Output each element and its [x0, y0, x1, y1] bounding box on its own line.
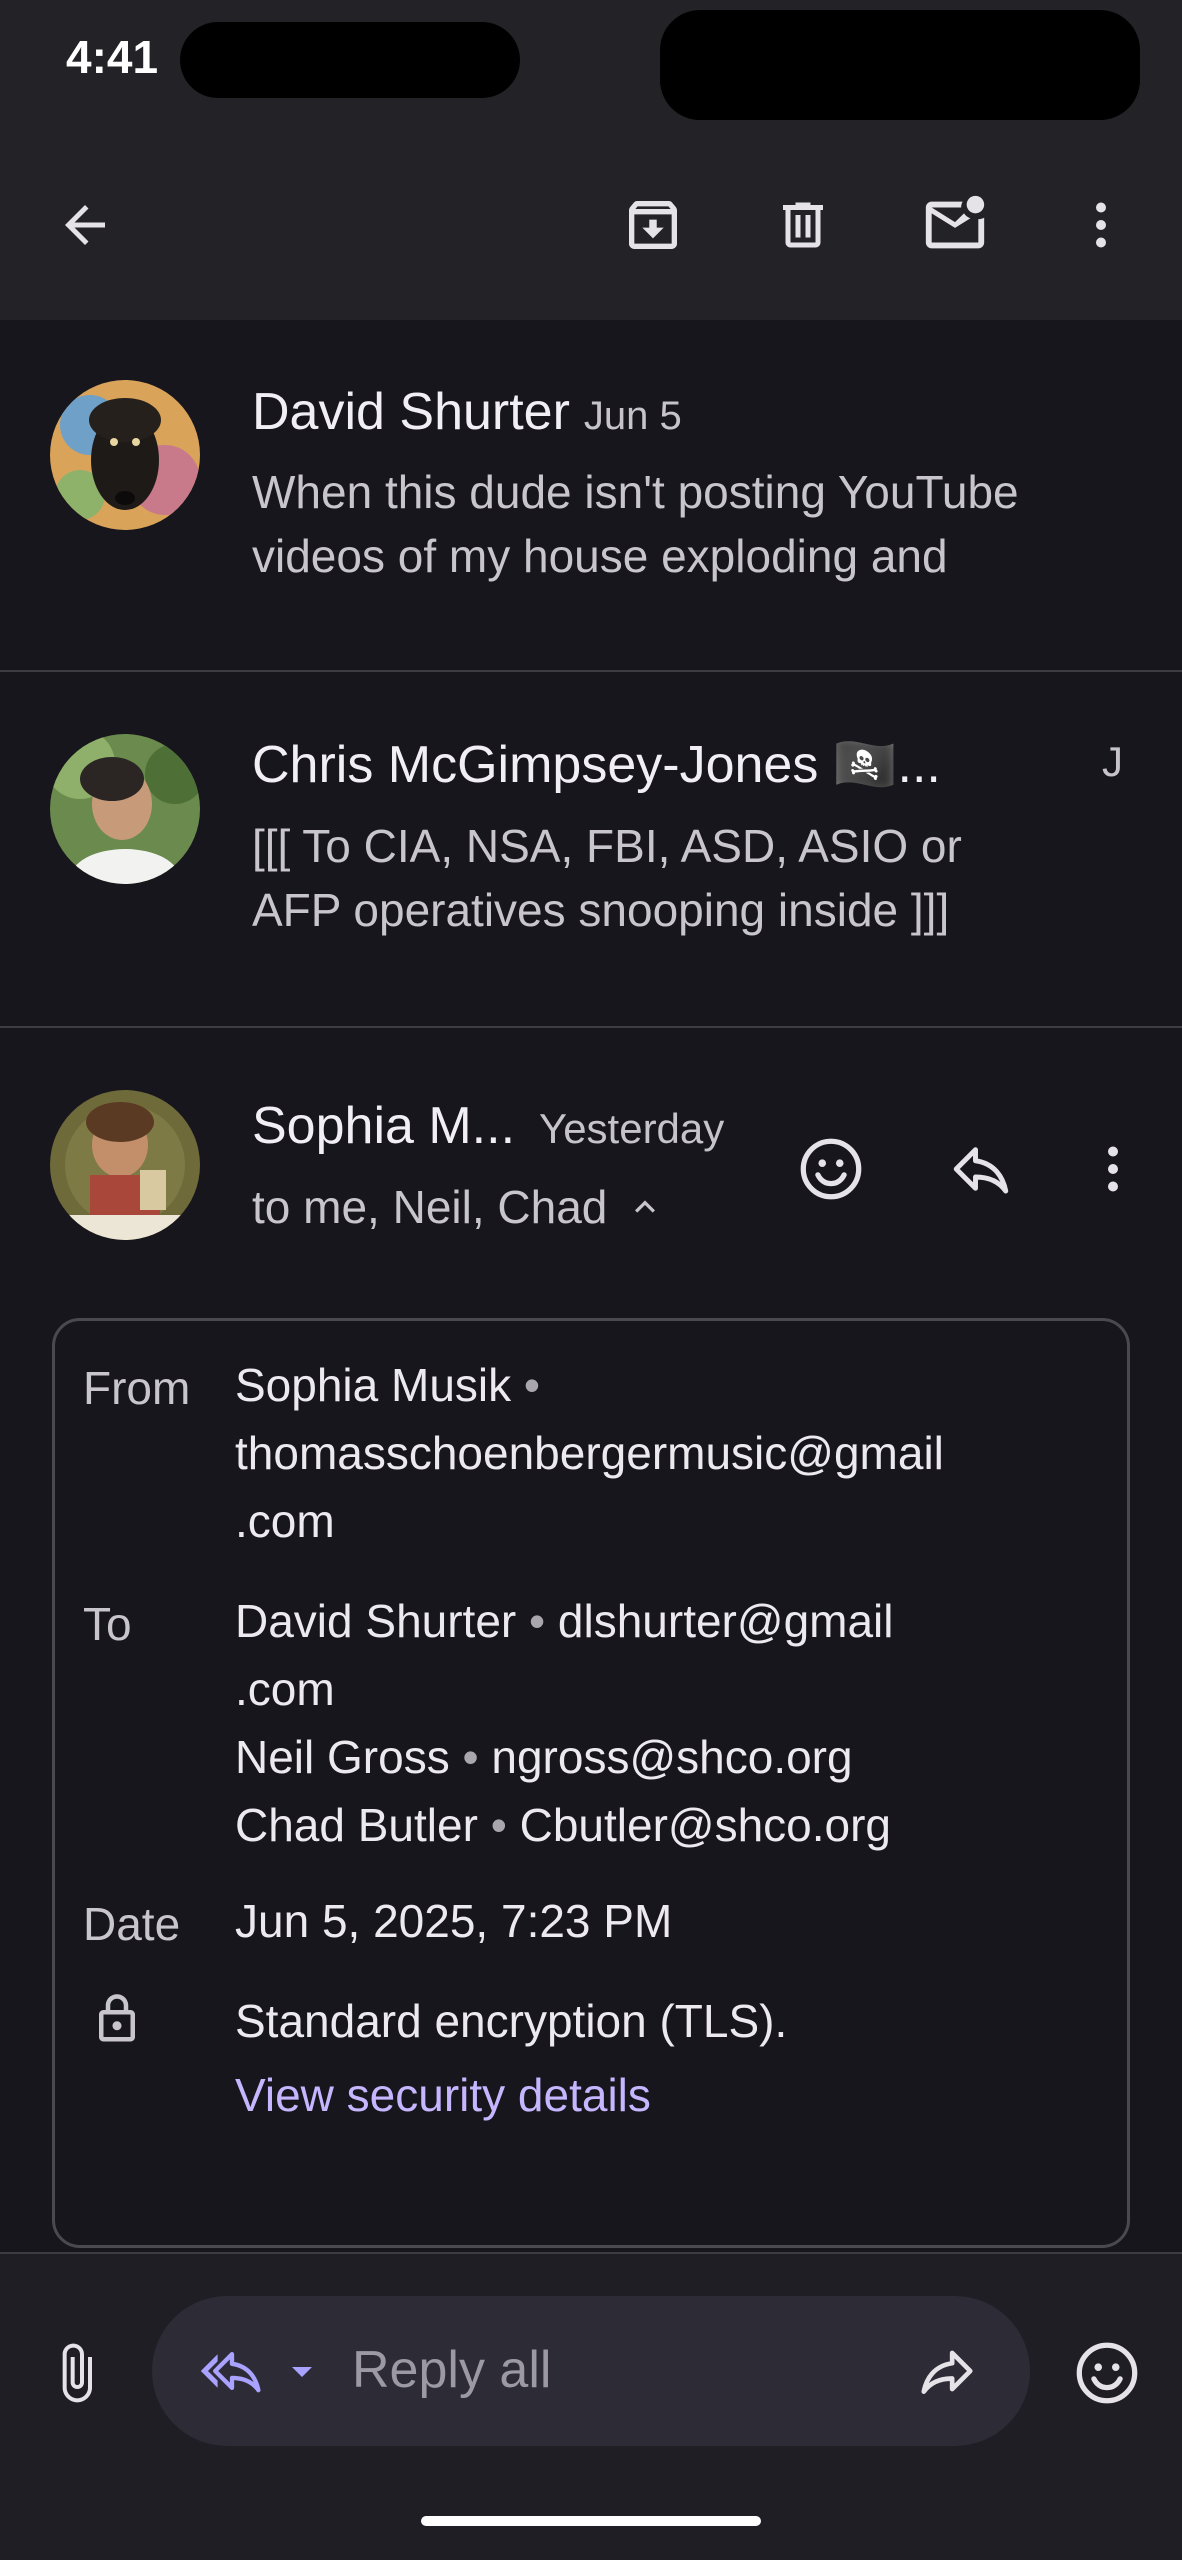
more-vert-icon[interactable]: [1056, 180, 1146, 270]
recipient-name: Chad Butler: [235, 1799, 478, 1851]
paperclip-icon[interactable]: [36, 2330, 116, 2416]
message-date: J: [1102, 738, 1123, 785]
sender-name: Chris McGimpsey-Jones 🏴‍☠️...: [252, 736, 941, 794]
avatar: [50, 1090, 200, 1240]
lock-icon: [85, 1987, 149, 2051]
avatar: [50, 380, 200, 530]
sender-row: Sophia M... Yesterday: [252, 1096, 724, 1156]
encryption-text: Standard encryption (TLS).: [235, 1995, 788, 2047]
top-app-bar: [0, 150, 1182, 320]
sender-row: David Shurter Jun 5: [252, 382, 682, 442]
snippet-line: When this dude isn't posting YouTube: [252, 466, 1019, 518]
from-email[interactable]: .com: [235, 1487, 944, 1555]
to-value: David Shurter • dlshurter@gmail .com Nei…: [235, 1595, 894, 1851]
from-name: Sophia Musik: [235, 1359, 512, 1411]
date-value: Jun 5, 2025, 7:23 PM: [235, 1895, 673, 1947]
from-email[interactable]: thomasschoenbergermusic@gmail: [235, 1419, 944, 1487]
redacted-area: [180, 22, 520, 98]
status-time: 4:41: [66, 31, 159, 83]
from-value: Sophia Musik • thomasschoenbergermusic@g…: [235, 1351, 944, 1555]
to-label: To: [83, 1598, 132, 1650]
emoji-icon[interactable]: [1064, 2330, 1150, 2416]
chevron-up-icon: [625, 1187, 665, 1227]
trash-icon[interactable]: [758, 180, 848, 270]
collapsed-message[interactable]: Chris McGimpsey-Jones 🏴‍☠️... J [[[ To C…: [0, 672, 1182, 1026]
emoji-react-icon[interactable]: [786, 1124, 876, 1214]
message-snippet: [[[ To CIA, NSA, FBI, ASD, ASIO or AFP o…: [252, 814, 962, 942]
security-details-link[interactable]: View security details: [235, 2061, 787, 2129]
snippet-line: AFP operatives snooping inside ]]]: [252, 884, 950, 936]
reply-bar: Reply all: [0, 2254, 1182, 2560]
message-date: Jun 5: [583, 394, 682, 438]
more-vert-icon[interactable]: [1068, 1124, 1158, 1214]
status-bar: 4:41: [0, 0, 1182, 150]
recipient-email[interactable]: dlshurter@gmail: [558, 1595, 894, 1647]
sender-name: Sophia M...: [252, 1097, 516, 1155]
recipient-name: David Shurter: [235, 1595, 517, 1647]
encryption-info: Standard encryption (TLS). View security…: [235, 1987, 787, 2129]
from-label: From: [83, 1362, 191, 1414]
mail-unread-icon[interactable]: [910, 180, 1000, 270]
home-indicator[interactable]: [421, 2516, 761, 2526]
message-details-card: From Sophia Musik • thomasschoenbergermu…: [52, 1318, 1130, 2248]
redacted-area: [660, 10, 1140, 120]
date-label: Date: [83, 1898, 181, 1950]
recipient-email[interactable]: ngross@shco.org: [491, 1731, 852, 1783]
snippet-line: [[[ To CIA, NSA, FBI, ASD, ASIO or: [252, 820, 962, 872]
message-date: Yesterday: [539, 1105, 725, 1152]
collapsed-message[interactable]: David Shurter Jun 5 When this dude isn't …: [0, 320, 1182, 670]
reply-all-icon[interactable]: [192, 2336, 272, 2406]
archive-icon[interactable]: [608, 180, 698, 270]
recipient-name: Neil Gross: [235, 1731, 450, 1783]
recipients-summary: to me, Neil, Chad: [252, 1181, 608, 1233]
message-snippet: When this dude isn't posting YouTube vid…: [252, 460, 1019, 588]
recipient-email[interactable]: Cbutler@shco.org: [520, 1799, 891, 1851]
recipients-toggle[interactable]: to me, Neil, Chad: [252, 1180, 665, 1234]
reply-all-field[interactable]: Reply all: [152, 2296, 1030, 2446]
reply-icon[interactable]: [936, 1124, 1026, 1214]
forward-icon[interactable]: [912, 2336, 982, 2406]
reply-placeholder: Reply all: [352, 2341, 552, 2399]
snippet-line: videos of my house exploding and: [252, 530, 948, 582]
sender-name: David Shurter: [252, 383, 570, 441]
chevron-down-icon[interactable]: [282, 2352, 322, 2392]
arrow-back-icon[interactable]: [40, 180, 130, 270]
avatar: [50, 734, 200, 884]
recipient-email[interactable]: .com: [235, 1655, 894, 1723]
